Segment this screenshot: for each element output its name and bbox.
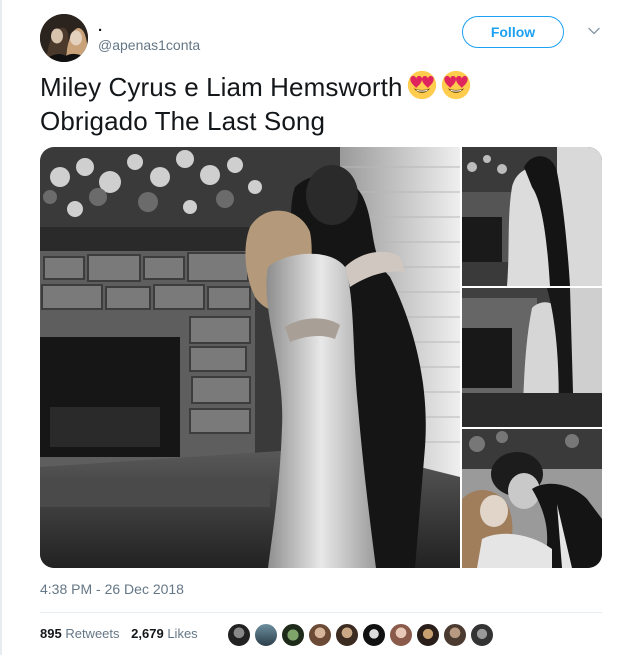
photo-thumbnail-3[interactable] [462, 429, 602, 568]
liker-avatar[interactable] [280, 622, 306, 648]
page-edge [0, 0, 2, 655]
tweet-stats: 895 Retweets 2,679 Likes [40, 626, 206, 641]
liker-avatar[interactable] [253, 622, 279, 648]
user-handle[interactable]: @apenas1conta [98, 37, 200, 53]
likes-label: Likes [167, 626, 198, 641]
tweet-header: . @apenas1conta Follow [40, 14, 610, 62]
liker-avatar[interactable] [334, 622, 360, 648]
liker-avatar[interactable] [226, 622, 252, 648]
tweet-timestamp[interactable]: 4:38 PM - 26 Dec 2018 [40, 581, 184, 597]
display-name[interactable]: . [98, 18, 102, 36]
tweet-text-line-1: Miley Cyrus e Liam Hemsworth [40, 70, 600, 104]
liker-avatar[interactable] [388, 622, 414, 648]
follow-button[interactable]: Follow [462, 16, 564, 48]
photo-main[interactable] [40, 147, 460, 568]
heart-eyes-emoji-icon [407, 70, 436, 100]
media-grid [40, 147, 602, 568]
tweet-text-line-1-content: Miley Cyrus e Liam Hemsworth [40, 72, 403, 102]
likes-stat[interactable]: 2,679 Likes [131, 626, 198, 641]
retweets-stat[interactable]: 895 Retweets [40, 626, 120, 641]
tweet-text: Miley Cyrus e Liam Hemsworth Obrigado Th… [40, 70, 600, 138]
liker-avatar[interactable] [415, 622, 441, 648]
retweets-count: 895 [40, 626, 62, 641]
liker-avatar[interactable] [469, 622, 495, 648]
heart-eyes-emoji-icon [441, 70, 470, 100]
liker-avatar[interactable] [361, 622, 387, 648]
tweet-text-line-2: Obrigado The Last Song [40, 106, 326, 136]
retweets-label: Retweets [65, 626, 120, 641]
photo-thumbnail-1[interactable] [462, 147, 602, 286]
divider [40, 612, 602, 613]
chevron-down-icon[interactable] [587, 24, 601, 38]
likes-count: 2,679 [131, 626, 164, 641]
liker-avatar[interactable] [442, 622, 468, 648]
avatar[interactable] [40, 14, 88, 62]
photo-thumbnail-2[interactable] [462, 288, 602, 427]
liker-avatar[interactable] [307, 622, 333, 648]
